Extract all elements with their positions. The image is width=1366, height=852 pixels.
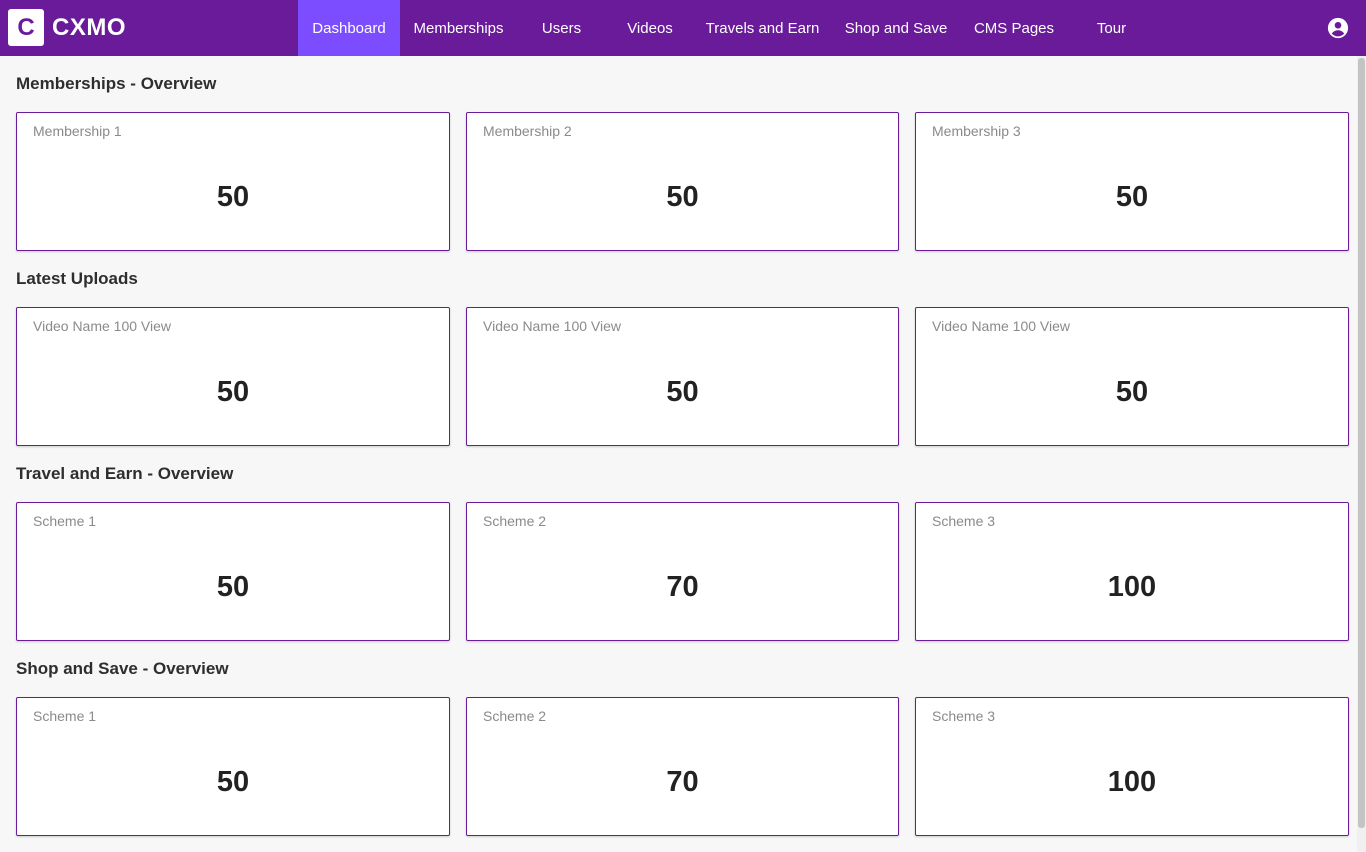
stat-card[interactable]: Membership 1 50 xyxy=(16,112,450,251)
top-navbar: C CXMO Dashboard Memberships Users Video… xyxy=(0,0,1366,56)
nav-item-videos[interactable]: Videos xyxy=(606,0,694,56)
card-label: Video Name 100 View xyxy=(483,318,622,334)
section-memberships-overview: Memberships - Overview Membership 1 50 M… xyxy=(16,72,1349,251)
stat-card[interactable]: Scheme 2 70 xyxy=(466,502,899,641)
card-value: 70 xyxy=(666,571,699,603)
card-row: Membership 1 50 Membership 2 50 Membersh… xyxy=(16,112,1349,251)
card-row: Scheme 1 50 Scheme 2 70 Scheme 3 100 xyxy=(16,697,1349,836)
nav-item-memberships[interactable]: Memberships xyxy=(400,0,517,56)
stat-card[interactable]: Video Name 100 View 50 xyxy=(915,307,1349,446)
card-label: Scheme 2 xyxy=(483,513,547,529)
main-nav: Dashboard Memberships Users Videos Trave… xyxy=(298,0,1156,56)
card-row: Scheme 1 50 Scheme 2 70 Scheme 3 100 xyxy=(16,502,1349,641)
stat-card[interactable]: Membership 3 50 xyxy=(915,112,1349,251)
nav-item-tour[interactable]: Tour xyxy=(1067,0,1156,56)
card-value: 50 xyxy=(1115,376,1149,408)
stat-card[interactable]: Scheme 2 70 xyxy=(466,697,899,836)
card-label: Membership 1 xyxy=(33,123,122,139)
section-title: Travel and Earn - Overview xyxy=(16,464,234,483)
stat-card[interactable]: Video Name 100 View 50 xyxy=(16,307,450,446)
dashboard-content: Memberships - Overview Membership 1 50 M… xyxy=(16,56,1349,836)
brand[interactable]: C CXMO xyxy=(8,9,126,46)
vertical-scrollbar[interactable] xyxy=(1357,56,1366,852)
card-value: 100 xyxy=(1107,571,1157,603)
card-label: Scheme 3 xyxy=(932,513,996,529)
section-latest-uploads: Latest Uploads Video Name 100 View 50 Vi… xyxy=(16,267,1349,446)
brand-name: CXMO xyxy=(52,13,126,41)
stat-card[interactable]: Video Name 100 View 50 xyxy=(466,307,899,446)
nav-item-travels-and-earn[interactable]: Travels and Earn xyxy=(694,0,831,56)
section-title: Memberships - Overview xyxy=(16,74,217,93)
stat-card[interactable]: Scheme 3 100 xyxy=(915,697,1349,836)
nav-item-users[interactable]: Users xyxy=(517,0,606,56)
nav-item-cms-pages[interactable]: CMS Pages xyxy=(961,0,1067,56)
stat-card[interactable]: Scheme 1 50 xyxy=(16,502,450,641)
brand-logo: C xyxy=(8,9,44,46)
card-value: 50 xyxy=(666,376,699,408)
card-value: 50 xyxy=(666,181,699,213)
card-value: 70 xyxy=(666,766,699,798)
card-value: 50 xyxy=(216,181,250,213)
card-label: Scheme 1 xyxy=(33,513,97,529)
card-label: Scheme 2 xyxy=(483,708,547,724)
card-row: Video Name 100 View 50 Video Name 100 Vi… xyxy=(16,307,1349,446)
section-travel-and-earn-overview: Travel and Earn - Overview Scheme 1 50 S… xyxy=(16,462,1349,641)
section-title: Latest Uploads xyxy=(16,269,138,288)
section-shop-and-save-overview: Shop and Save - Overview Scheme 1 50 Sch… xyxy=(16,657,1349,836)
scrollbar-thumb[interactable] xyxy=(1358,58,1365,828)
nav-item-shop-and-save[interactable]: Shop and Save xyxy=(831,0,961,56)
card-label: Video Name 100 View xyxy=(33,318,172,334)
card-label: Scheme 1 xyxy=(33,708,97,724)
card-label: Video Name 100 View xyxy=(932,318,1071,334)
stat-card[interactable]: Membership 2 50 xyxy=(466,112,899,251)
nav-item-dashboard[interactable]: Dashboard xyxy=(298,0,400,56)
card-value: 50 xyxy=(216,766,250,798)
card-value: 100 xyxy=(1107,766,1157,798)
card-value: 50 xyxy=(216,376,250,408)
card-value: 50 xyxy=(216,571,250,603)
card-label: Scheme 3 xyxy=(932,708,996,724)
account-circle-icon[interactable] xyxy=(1327,17,1349,39)
stat-card[interactable]: Scheme 1 50 xyxy=(16,697,450,836)
stat-card[interactable]: Scheme 3 100 xyxy=(915,502,1349,641)
card-label: Membership 2 xyxy=(483,123,572,139)
card-value: 50 xyxy=(1115,181,1149,213)
card-label: Membership 3 xyxy=(932,123,1021,139)
section-title: Shop and Save - Overview xyxy=(16,659,229,678)
